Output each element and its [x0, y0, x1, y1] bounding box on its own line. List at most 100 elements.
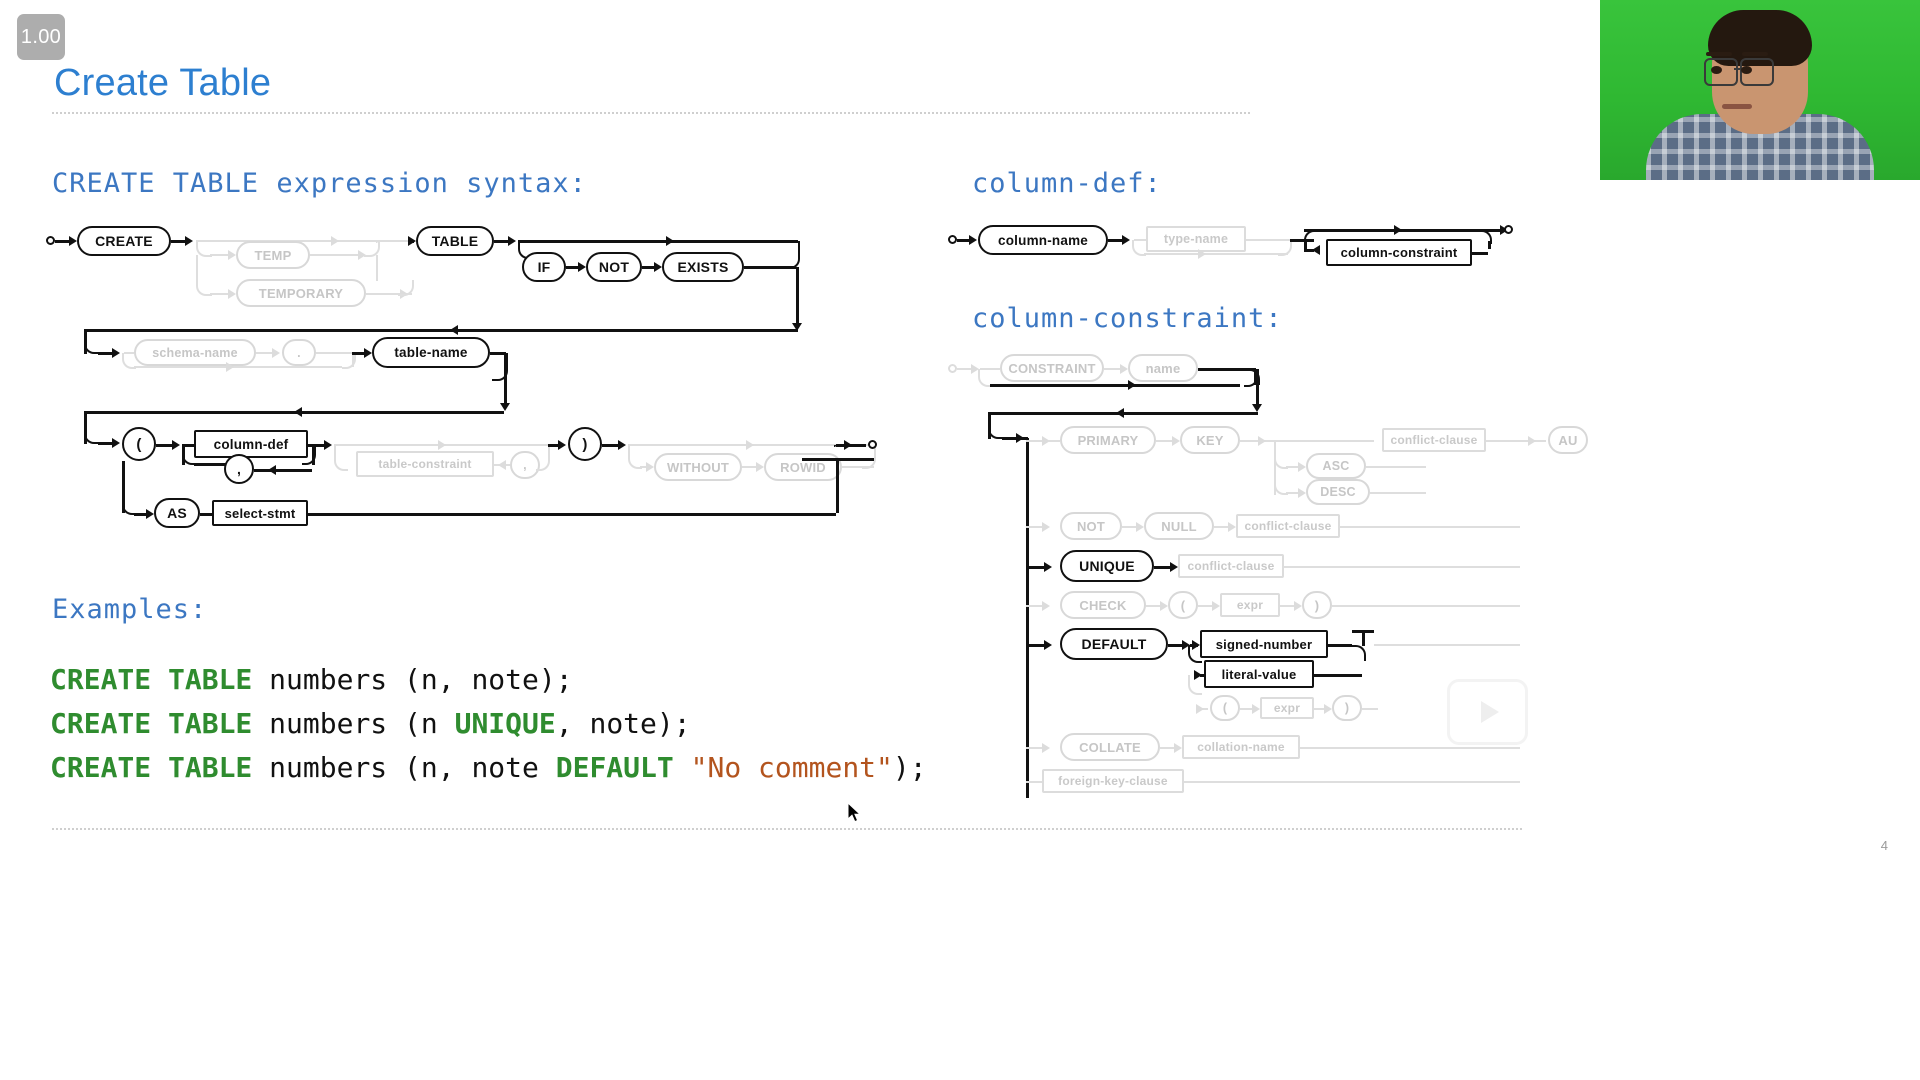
example-code-line: CREATE TABLE numbers (n, note DEFAULT "N…	[50, 746, 927, 790]
rr-track	[1154, 566, 1170, 569]
rr-node-label: KEY	[1196, 432, 1224, 448]
rr-arrow	[666, 236, 674, 246]
rr-endpoint	[868, 440, 877, 449]
rr-node-signed-number: signed-number	[1200, 630, 1328, 658]
rr-node-label: )	[582, 435, 588, 453]
rr-arrow	[1228, 522, 1236, 532]
rr-track	[1340, 526, 1520, 528]
rr-corner	[122, 487, 136, 515]
rr-track	[1256, 369, 1259, 409]
rr-track	[84, 412, 87, 444]
rr-corner	[1188, 675, 1202, 695]
rr-node-label: NOT	[598, 259, 630, 275]
rr-arrow	[1258, 436, 1266, 446]
rr-arrow	[558, 440, 566, 450]
rr-track	[84, 330, 87, 354]
rr-arrow	[1042, 522, 1050, 532]
rr-node-label: )	[1314, 597, 1320, 613]
rr-arrow	[112, 438, 120, 448]
rr-arrow	[1172, 436, 1180, 446]
rr-arrow	[1298, 488, 1306, 498]
rr-node-label: TEMP	[254, 247, 292, 263]
heading-examples: Examples:	[52, 594, 208, 625]
rr-arrow	[618, 440, 626, 450]
rr-corner	[1274, 441, 1288, 469]
rr-track	[1026, 747, 1042, 749]
rr-node-rparen: )	[568, 427, 602, 461]
presenter-eyebrow-right	[1742, 52, 1768, 56]
rr-track	[84, 329, 798, 332]
rr-node-literal-value: literal-value	[1204, 660, 1314, 688]
rr-node-not: NOT	[586, 252, 642, 282]
rr-arrow	[294, 407, 302, 417]
rr-arrow	[500, 403, 510, 411]
rr-node-unique: UNIQUE	[1060, 550, 1154, 582]
rr-node-label: PRIMARY	[1077, 432, 1139, 448]
rr-track	[200, 513, 212, 516]
rr-node-def-lparen: (	[1210, 695, 1240, 721]
rr-node-label: column-constraint	[1340, 245, 1458, 260]
rr-track	[1026, 644, 1044, 647]
rr-node-select-stmt: select-stmt	[212, 500, 308, 526]
rr-node-label: conflict-clause	[1390, 433, 1478, 447]
rr-arrow	[1394, 225, 1402, 235]
rr-track	[310, 254, 358, 256]
rr-node-schema-name: schema-name	[134, 339, 256, 366]
rr-arrow	[268, 465, 276, 475]
rr-node-label: table-name	[394, 345, 468, 360]
webcam-video-overlay[interactable]	[1600, 0, 1920, 180]
rr-node-name: name	[1128, 354, 1198, 382]
rr-node-label: conflict-clause	[1187, 559, 1275, 573]
page-title: Create Table	[54, 62, 272, 104]
rr-corner	[834, 445, 836, 447]
rr-track	[1104, 368, 1120, 370]
rr-track	[504, 353, 507, 405]
rr-arrow	[844, 440, 852, 450]
rr-endpoint	[948, 235, 957, 244]
play-icon	[1480, 701, 1499, 723]
sql-keyword: DEFAULT	[555, 751, 674, 784]
rr-node-label: table-constraint	[378, 457, 472, 471]
rr-track	[1362, 708, 1378, 710]
rr-arrow	[1044, 640, 1052, 650]
rr-corner	[1278, 240, 1292, 256]
rr-node-conflict-clause-3: conflict-clause	[1178, 554, 1284, 578]
rr-track	[566, 266, 578, 269]
rr-node-desc: DESC	[1306, 479, 1370, 505]
play-button-overlay[interactable]	[1447, 679, 1528, 745]
rr-node-collate: COLLATE	[1060, 733, 1160, 761]
rr-node-asc: ASC	[1306, 453, 1366, 479]
rr-node-label: ,	[523, 458, 527, 472]
rr-track	[55, 240, 69, 243]
rr-node-def-expr: expr	[1260, 697, 1314, 719]
rr-track	[1026, 781, 1042, 783]
rr-arrow	[408, 236, 416, 246]
playback-speed-badge[interactable]: 1.00	[17, 14, 65, 60]
rr-track	[254, 469, 312, 472]
presenter-mouth	[1722, 104, 1752, 109]
rr-track	[1160, 747, 1174, 749]
rr-arrow	[1116, 408, 1124, 418]
sql-keyword: CREATE TABLE	[50, 707, 253, 740]
rr-node-label: collation-name	[1197, 740, 1285, 754]
rr-track	[256, 352, 272, 354]
rr-node-label: type-name	[1163, 232, 1229, 246]
rr-arrow	[508, 236, 516, 246]
example-code-line: CREATE TABLE numbers (n, note);	[50, 658, 927, 702]
rr-track	[957, 239, 969, 242]
rr-arrow	[654, 262, 662, 272]
example-code-line: CREATE TABLE numbers (n UNIQUE, note);	[50, 702, 927, 746]
rr-track	[156, 444, 172, 447]
rr-corner	[536, 445, 550, 471]
rr-track	[312, 445, 315, 465]
rr-track	[194, 463, 228, 466]
rr-arrow	[756, 462, 764, 472]
rr-arrow	[1298, 462, 1306, 472]
rr-node-check-expr: expr	[1220, 593, 1280, 617]
rr-track	[1328, 644, 1352, 647]
playback-speed-value: 1.00	[20, 25, 62, 48]
rr-node-label: (	[1222, 701, 1228, 715]
rr-node-label: column-def	[213, 436, 289, 452]
rr-node-default: DEFAULT	[1060, 628, 1168, 660]
rr-node-table-name: table-name	[372, 337, 490, 368]
